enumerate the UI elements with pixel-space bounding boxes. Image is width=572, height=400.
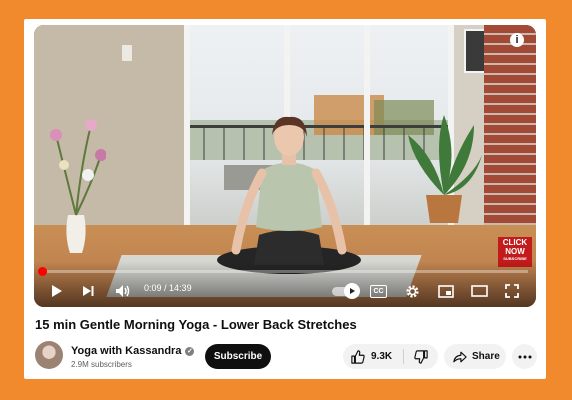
- avatar[interactable]: [35, 341, 63, 369]
- play-icon: [52, 285, 62, 297]
- like-icon: [351, 349, 365, 364]
- verified-icon: ✓: [185, 346, 195, 356]
- miniplayer-icon: [438, 284, 454, 298]
- dislike-icon: [414, 349, 428, 364]
- time-display: 0:09 / 14:39: [144, 283, 192, 293]
- settings-button[interactable]: [402, 281, 422, 301]
- volume-icon: [116, 285, 130, 297]
- share-icon: [453, 351, 467, 362]
- autoplay-knob[interactable]: [344, 283, 360, 299]
- play-button[interactable]: [46, 281, 66, 301]
- like-dislike-group: 9.3K: [343, 344, 438, 369]
- light-switch: [122, 45, 132, 61]
- video-player[interactable]: i CLICK NOW SUBSCRIBE 0:09 / 14:39 CC: [34, 25, 536, 307]
- fullscreen-icon: [505, 284, 519, 298]
- more-actions-button[interactable]: [512, 344, 537, 369]
- video-card: i CLICK NOW SUBSCRIBE 0:09 / 14:39 CC 15…: [24, 19, 546, 379]
- progress-scrubber[interactable]: [38, 267, 47, 276]
- share-label: Share: [472, 351, 500, 362]
- like-count: 9.3K: [371, 351, 393, 362]
- progress-track[interactable]: [42, 270, 528, 273]
- next-icon: [83, 286, 94, 296]
- volume-button[interactable]: [112, 281, 134, 301]
- time-current: 0:09: [144, 283, 162, 293]
- controls-bar: [34, 261, 536, 307]
- flower-vase: [50, 119, 106, 253]
- info-icon[interactable]: i: [510, 33, 524, 47]
- fullscreen-button[interactable]: [502, 281, 522, 301]
- subscriber-count: 2.9M subscribers: [71, 360, 132, 369]
- next-button[interactable]: [78, 281, 98, 301]
- channel-name[interactable]: Yoga with Kassandra: [71, 345, 181, 357]
- subscribe-button[interactable]: Subscribe: [205, 344, 271, 369]
- instructor: [217, 116, 361, 274]
- like-button[interactable]: 9.3K: [343, 344, 403, 369]
- theater-button[interactable]: [469, 281, 489, 301]
- badge-line-2: NOW: [505, 247, 525, 256]
- theater-icon: [470, 285, 488, 297]
- video-title[interactable]: 15 min Gentle Morning Yoga - Lower Back …: [35, 317, 357, 332]
- badge-line-1: CLICK: [502, 238, 528, 247]
- autoplay-play-icon: [350, 288, 355, 294]
- cc-icon[interactable]: CC: [370, 285, 387, 298]
- settings-icon: [405, 284, 419, 298]
- more-icon: [518, 355, 531, 358]
- potted-plant: [408, 115, 482, 223]
- miniplayer-button[interactable]: [436, 281, 456, 301]
- dislike-button[interactable]: [404, 344, 438, 369]
- time-total: 14:39: [169, 283, 192, 293]
- share-button[interactable]: Share: [444, 344, 506, 369]
- channel-name-row[interactable]: Yoga with Kassandra ✓: [71, 345, 195, 357]
